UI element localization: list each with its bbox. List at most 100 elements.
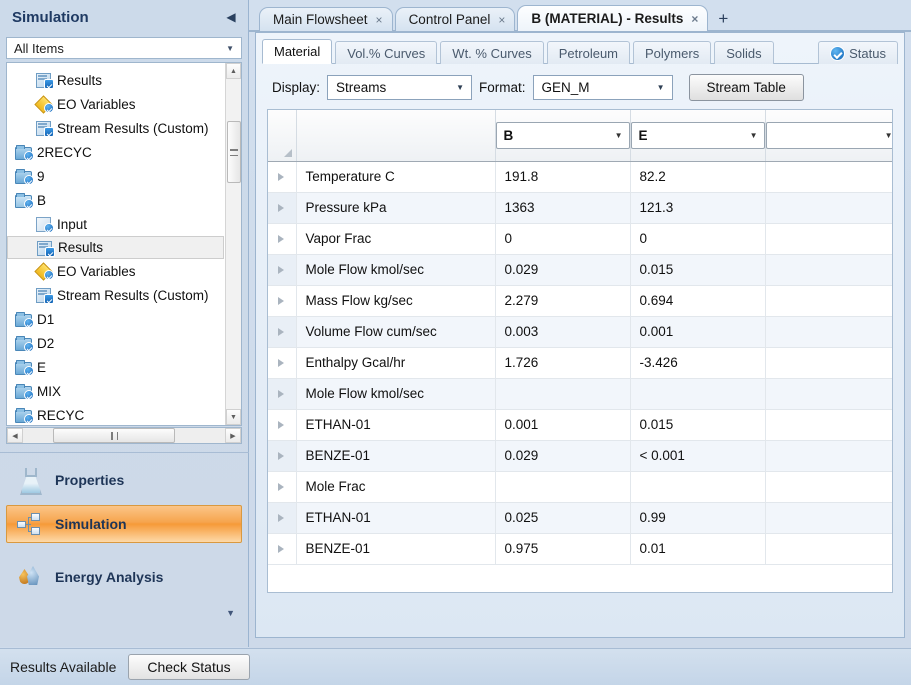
tree-item-d2[interactable]: D2 (7, 331, 225, 355)
row-expander[interactable] (268, 192, 297, 224)
nav-button-properties[interactable]: Properties (6, 461, 242, 499)
cell-value[interactable]: 0 (495, 223, 631, 255)
row-expander[interactable] (268, 378, 297, 410)
close-icon[interactable]: × (376, 13, 383, 27)
cell-value[interactable] (765, 161, 892, 193)
hscrollbar-thumb[interactable] (53, 428, 175, 443)
cell-value[interactable]: 0.015 (630, 409, 766, 441)
cell-value[interactable] (765, 533, 892, 565)
close-icon[interactable]: × (498, 13, 505, 27)
cell-value[interactable] (765, 192, 892, 224)
tree-item-eo-variables[interactable]: EO Variables (7, 259, 225, 283)
cell-value[interactable]: 0.694 (630, 285, 766, 317)
cell-value[interactable] (765, 347, 892, 379)
all-items-filter-dropdown[interactable]: All Items ▼ (6, 37, 242, 59)
table-row[interactable]: ETHAN-01 0.025 0.99 (268, 502, 892, 534)
cell-value[interactable]: 82.2 (630, 161, 766, 193)
cell-value[interactable] (765, 502, 892, 534)
table-row[interactable]: Mole Flow kmol/sec 0.029 0.015 (268, 254, 892, 286)
row-expander[interactable] (268, 409, 297, 441)
row-expander[interactable] (268, 502, 297, 534)
tab-status[interactable]: Status (818, 41, 898, 64)
cell-value[interactable]: 0.029 (495, 440, 631, 472)
row-expander[interactable] (268, 161, 297, 193)
new-tab-button[interactable]: + (714, 9, 732, 31)
stream-table-button[interactable]: Stream Table (688, 73, 804, 101)
document-tab-b-material-results[interactable]: B (MATERIAL) - Results × (517, 5, 709, 31)
table-row[interactable]: Enthalpy Gcal/hr 1.726 -3.426 (268, 347, 892, 379)
row-expander[interactable] (268, 285, 297, 317)
nav-button-energy-analysis[interactable]: Energy Analysis (6, 558, 242, 596)
cell-value[interactable]: 0.99 (630, 502, 766, 534)
cell-value[interactable]: 1363 (495, 192, 631, 224)
nav-button-simulation[interactable]: Simulation (6, 505, 242, 543)
table-row[interactable]: BENZE-01 0.029 < 0.001 (268, 440, 892, 472)
tree-item-results[interactable]: Results (7, 68, 225, 92)
tab-wt-curves[interactable]: Wt. % Curves (440, 41, 544, 64)
tree-item-b[interactable]: B (7, 188, 225, 212)
tree-vertical-scrollbar[interactable]: ▲ ▼ (225, 63, 241, 425)
stream-results-grid[interactable]: B ▼ E ▼ ▼ Temperature C 191.8 82.2 Press… (267, 109, 893, 593)
tab-vol-curves[interactable]: Vol.% Curves (335, 41, 438, 64)
cell-value[interactable]: 0 (630, 223, 766, 255)
row-expander[interactable] (268, 316, 297, 348)
stream-column-header-2[interactable]: ▼ (765, 110, 892, 162)
scrollbar-thumb[interactable] (227, 121, 241, 183)
scroll-right-arrow-icon[interactable]: ▶ (225, 428, 241, 443)
close-icon[interactable]: × (691, 12, 698, 26)
stream-column-header-1[interactable]: E ▼ (630, 110, 766, 162)
tree-item-recyc[interactable]: RECYC (7, 403, 225, 425)
cell-value[interactable]: 0.029 (495, 254, 631, 286)
stream-selector-dropdown-0[interactable]: B ▼ (495, 121, 630, 149)
row-expander[interactable] (268, 254, 297, 286)
row-expander[interactable] (268, 223, 297, 255)
table-row[interactable]: Mole Flow kmol/sec (268, 378, 892, 410)
select-all-corner[interactable] (268, 110, 297, 162)
table-row[interactable]: Mole Frac (268, 471, 892, 503)
document-tab-main-flowsheet[interactable]: Main Flowsheet × (259, 7, 393, 31)
scroll-down-arrow-icon[interactable]: ▼ (226, 409, 241, 425)
tree-horizontal-scrollbar[interactable]: ◀ ▶ (6, 427, 242, 444)
stream-selector-dropdown-2[interactable]: ▼ (765, 121, 892, 149)
stream-column-header-0[interactable]: B ▼ (495, 110, 631, 162)
cell-value[interactable]: 0.001 (630, 316, 766, 348)
tree-item-stream-results-custom[interactable]: Stream Results (Custom) (7, 116, 225, 140)
format-dropdown[interactable]: GEN_M ▼ (532, 74, 673, 100)
row-expander[interactable] (268, 347, 297, 379)
check-status-button[interactable]: Check Status (128, 654, 250, 680)
cell-value[interactable]: 0.015 (630, 254, 766, 286)
table-row[interactable]: ETHAN-01 0.001 0.015 (268, 409, 892, 441)
cell-value[interactable] (630, 471, 766, 503)
scroll-up-arrow-icon[interactable]: ▲ (226, 63, 241, 79)
cell-value[interactable]: 121.3 (630, 192, 766, 224)
tree-item-d1[interactable]: D1 (7, 307, 225, 331)
document-tab-control-panel[interactable]: Control Panel × (394, 7, 516, 31)
tree-item-9[interactable]: 9 (7, 164, 225, 188)
table-row[interactable]: Pressure kPa 1363 121.3 (268, 192, 892, 224)
tab-solids[interactable]: Solids (714, 41, 774, 64)
chevron-left-icon[interactable]: ◀ (222, 8, 240, 26)
display-dropdown[interactable]: Streams ▼ (327, 74, 473, 100)
cell-value[interactable] (765, 223, 892, 255)
tab-polymers[interactable]: Polymers (633, 41, 712, 64)
cell-value[interactable]: -3.426 (630, 347, 766, 379)
tree-item-e[interactable]: E (7, 355, 225, 379)
tab-material[interactable]: Material (262, 39, 333, 64)
chevron-down-icon[interactable]: ▼ (226, 608, 235, 618)
cell-value[interactable]: 191.8 (495, 161, 631, 193)
cell-value[interactable] (765, 254, 892, 286)
cell-value[interactable] (495, 378, 631, 410)
cell-value[interactable] (765, 440, 892, 472)
cell-value[interactable] (765, 409, 892, 441)
table-row[interactable]: Temperature C 191.8 82.2 (268, 161, 892, 193)
table-row[interactable]: Volume Flow cum/sec 0.003 0.001 (268, 316, 892, 348)
cell-value[interactable]: 1.726 (495, 347, 631, 379)
row-expander[interactable] (268, 440, 297, 472)
cell-value[interactable]: < 0.001 (630, 440, 766, 472)
cell-value[interactable]: 0.01 (630, 533, 766, 565)
tree-item-results[interactable]: Results (7, 236, 224, 259)
cell-value[interactable]: 0.975 (495, 533, 631, 565)
cell-value[interactable] (495, 471, 631, 503)
cell-value[interactable] (765, 316, 892, 348)
table-row[interactable]: BENZE-01 0.975 0.01 (268, 533, 892, 565)
